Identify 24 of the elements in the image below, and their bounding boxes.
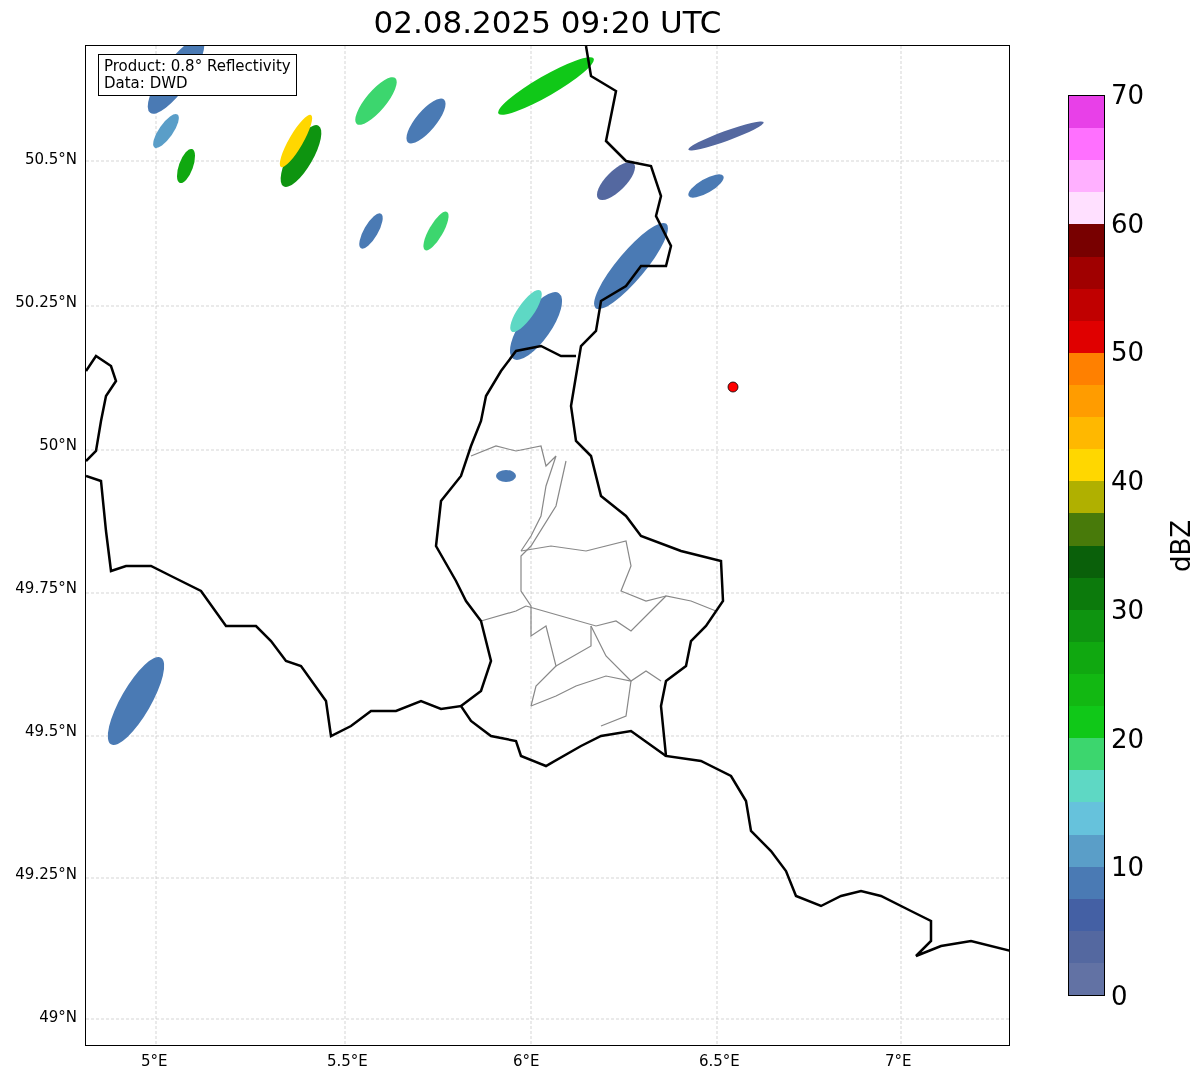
colorbar-tick-label: 70 bbox=[1111, 82, 1145, 108]
colorbar-tick-label: 0 bbox=[1111, 983, 1128, 1009]
axis-tick-label: 49.75°N bbox=[15, 581, 77, 596]
colorbar-tick-label: 20 bbox=[1111, 725, 1145, 752]
info-text: Product: 0.8° Reflectivity bbox=[104, 58, 291, 75]
info-text: Data: DWD bbox=[104, 75, 189, 92]
axis-tick-label: 49°N bbox=[39, 1010, 77, 1025]
axis-tick-label: 6°E bbox=[513, 1054, 540, 1069]
colorbar-label: dBZ bbox=[1166, 519, 1197, 572]
colorbar-tick-label: 60 bbox=[1111, 210, 1145, 237]
axis-tick-label: 50.5°N bbox=[24, 152, 77, 167]
axis-tick-label: 50°N bbox=[39, 438, 77, 453]
axis-tick-label: 50.25°N bbox=[15, 295, 77, 310]
colorbar-tick-label: 10 bbox=[1111, 854, 1145, 881]
axis-tick-label: 5.5°E bbox=[327, 1054, 368, 1069]
axis-tick-label: 49.5°N bbox=[24, 724, 77, 739]
colorbar-tick-label: 50 bbox=[1111, 339, 1145, 366]
chart-title: 02.08.2025 09:20 UTC bbox=[373, 7, 722, 38]
colorbar-tick-label: 30 bbox=[1111, 596, 1145, 623]
axis-tick-label: 5°E bbox=[141, 1054, 168, 1069]
axis-tick-label: 6.5°E bbox=[699, 1054, 740, 1069]
axis-tick-label: 49.25°N bbox=[15, 867, 77, 882]
colorbar-tick-label: 40 bbox=[1111, 468, 1145, 495]
axis-tick-label: 7°E bbox=[885, 1054, 912, 1069]
